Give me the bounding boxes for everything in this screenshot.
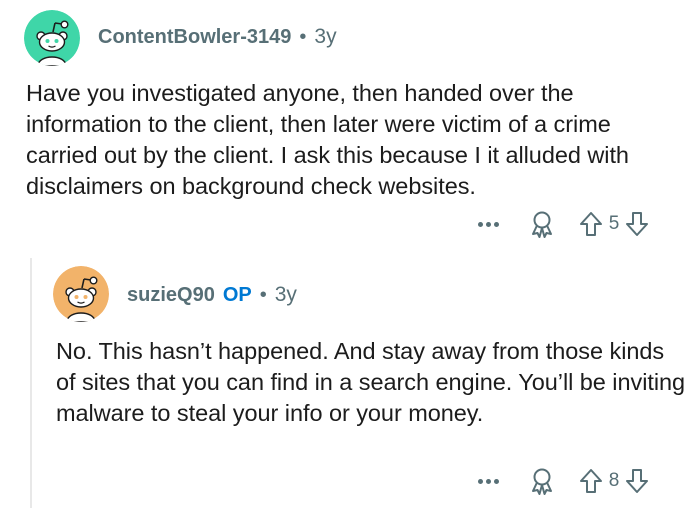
vote-count: 8 — [608, 470, 620, 491]
comment-meta: ContentBowler-3149 • 3y — [98, 25, 337, 49]
comment-body: No. This hasn’t happened. And stay away … — [56, 338, 686, 426]
meta-separator: • — [299, 25, 307, 48]
vote-count: 5 — [608, 213, 620, 234]
comment-actions: 8 — [476, 466, 650, 496]
snoo-avatar-icon[interactable] — [53, 266, 109, 322]
upvote-arrow-icon[interactable] — [578, 467, 604, 495]
snoo-avatar-icon[interactable] — [24, 10, 80, 66]
timestamp: 3y — [314, 25, 337, 48]
username[interactable]: ContentBowler-3149 — [98, 26, 291, 49]
more-options-icon[interactable] — [476, 469, 500, 493]
op-badge: OP — [222, 283, 252, 306]
downvote-arrow-icon[interactable] — [624, 467, 650, 495]
award-icon[interactable] — [528, 209, 556, 239]
comment-actions: 5 — [476, 209, 650, 239]
username[interactable]: suzieQ90 — [127, 284, 215, 307]
timestamp: 3y — [274, 283, 297, 306]
comment-reply: suzieQ90 OP • 3y No. This hasn’t happene… — [0, 250, 700, 508]
comment-meta: suzieQ90 OP • 3y — [127, 283, 297, 307]
upvote-arrow-icon[interactable] — [578, 210, 604, 238]
comment-body: Have you investigated anyone, then hande… — [26, 80, 629, 199]
downvote-arrow-icon[interactable] — [624, 210, 650, 238]
meta-separator: • — [259, 283, 267, 306]
award-icon[interactable] — [528, 466, 556, 496]
comment-parent: ContentBowler-3149 • 3y Have you investi… — [0, 0, 700, 250]
more-options-icon[interactable] — [476, 212, 500, 236]
